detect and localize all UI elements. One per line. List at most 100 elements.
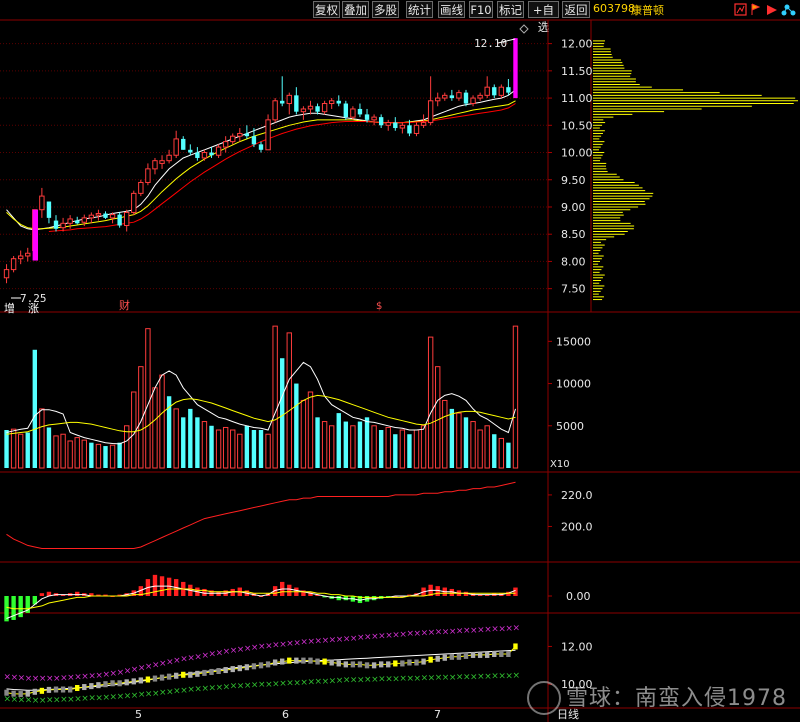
candle-body [109, 214, 116, 219]
band-block [421, 658, 426, 665]
candle-body [477, 94, 483, 99]
volume-tick-label: 5000 [556, 420, 584, 433]
band-block [82, 684, 87, 691]
volume-bar [201, 421, 208, 469]
band-block [89, 683, 94, 690]
price-axis: 12.00 11.50 11.00 10.50 10.00 9.50 9.00 8.50 8.0… [548, 38, 593, 296]
candle-body [181, 138, 186, 150]
band-block [124, 679, 129, 686]
band-block [378, 661, 384, 668]
band-block [32, 688, 37, 695]
volume-bar [89, 442, 94, 468]
ma-panel-series-line [6, 481, 516, 549]
high-price-label: 12.10 [474, 37, 507, 50]
band-block [287, 657, 292, 664]
candle [484, 76, 490, 99]
band-block [223, 667, 228, 674]
volume-tick-label: 15000 [556, 335, 591, 348]
price-tick-label: 8.50 [561, 228, 586, 241]
volume-bar [195, 417, 200, 468]
candle [272, 98, 278, 123]
price-tick-label: 8.00 [561, 255, 586, 268]
volume-bar [315, 417, 320, 468]
candle [188, 144, 193, 156]
candle-body [413, 124, 420, 134]
candle [181, 136, 186, 150]
candle [124, 209, 130, 232]
candle [244, 125, 250, 139]
volume-bar [215, 429, 222, 469]
candle [498, 84, 505, 99]
band-block [152, 675, 158, 682]
band-block [216, 668, 221, 674]
band-block [173, 672, 179, 679]
volume-bar [173, 408, 179, 469]
volume-bar [371, 425, 377, 469]
band-block [506, 651, 511, 657]
candle [117, 212, 122, 228]
price-tick-label: 10.50 [561, 119, 593, 132]
candle-body [117, 214, 122, 226]
volume-bar [109, 444, 116, 469]
candle-body [350, 108, 356, 118]
macd-panel: 0.00 [4, 574, 591, 622]
event-tag-zhang[interactable]: 涨 [28, 302, 39, 315]
volume-bar [407, 434, 412, 468]
candle-body [498, 86, 505, 96]
price-tick-label: 7.50 [561, 283, 586, 296]
volume-bar [67, 440, 73, 469]
candle-body [173, 138, 179, 156]
candle [280, 76, 285, 107]
band-block [230, 666, 235, 673]
candle [17, 250, 24, 265]
candle-body [244, 133, 250, 137]
volume-bar [492, 434, 497, 468]
diamond-icon[interactable] [519, 24, 529, 34]
volume-bar [484, 425, 490, 469]
band-block [513, 643, 518, 650]
event-tag-cai[interactable]: 财 [119, 298, 130, 312]
candle-body [60, 222, 66, 229]
band-block [463, 652, 469, 659]
volume-bar [399, 429, 406, 469]
candle-body [385, 122, 391, 126]
band-block [265, 661, 271, 668]
volume-bar [328, 425, 335, 469]
band-block [181, 671, 186, 678]
band-block [60, 686, 66, 693]
candle-body [188, 149, 193, 153]
event-tag-dollar[interactable]: $ [376, 301, 382, 312]
band-block [195, 670, 200, 677]
candle-body [67, 218, 73, 224]
volume-bar [420, 425, 427, 469]
band-block [110, 680, 115, 687]
candle [131, 190, 137, 216]
macd-bar [287, 584, 292, 596]
candle-body [95, 213, 102, 216]
band-block [294, 657, 299, 664]
price-tick-label: 10.00 [561, 147, 593, 160]
volume-bar [181, 417, 186, 468]
candle [230, 133, 236, 145]
band-block [18, 691, 23, 698]
band-block [25, 690, 30, 697]
candle-body [328, 100, 335, 105]
volume-bar [117, 442, 122, 468]
band-block [343, 661, 349, 668]
candle [25, 247, 31, 262]
candle-body [25, 252, 31, 257]
ma-panel: 220.0 200.0 [6, 481, 593, 549]
ma-panel-tick-label: 200.0 [561, 520, 593, 533]
candle-body [230, 135, 236, 143]
volume-bar [258, 430, 264, 468]
volume-bar [222, 426, 229, 469]
band-block [117, 680, 122, 687]
price-ma-line-1 [6, 89, 516, 231]
month-label-7: 7 [434, 708, 441, 721]
candle [463, 89, 469, 107]
main-chart: 12.00 11.50 11.00 10.50 10.00 9.50 9.00 8.50 8.0… [0, 19, 800, 722]
volume-bar [32, 349, 37, 468]
candle-body [81, 217, 87, 223]
event-tag-zeng[interactable]: 增 [4, 301, 15, 315]
band-block [166, 673, 172, 680]
